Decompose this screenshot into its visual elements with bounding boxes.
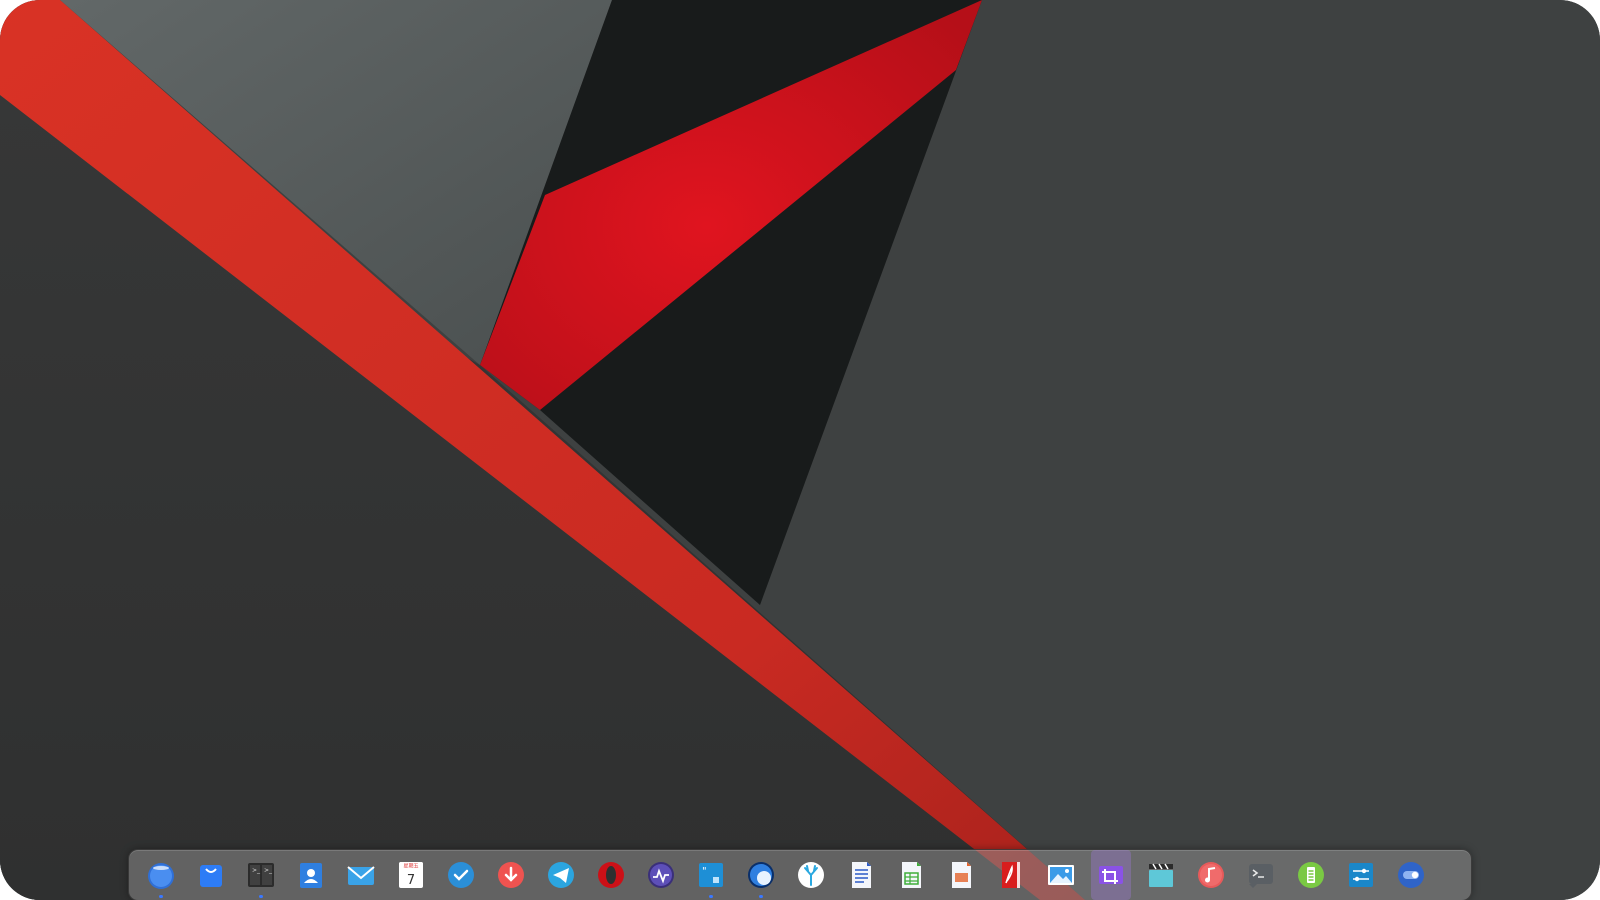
impress-presentation-icon	[952, 862, 971, 888]
launcher-icon	[148, 863, 174, 889]
calendar-day: 7	[407, 873, 415, 888]
dock-item-video-player[interactable]	[1141, 855, 1181, 895]
calc-spreadsheet-icon	[902, 862, 921, 888]
dock-item-downloader[interactable]	[491, 855, 531, 895]
dock-item-coral-app[interactable]	[791, 855, 831, 895]
opera-browser-icon	[598, 862, 624, 888]
running-indicator	[259, 895, 263, 898]
writer-document-icon	[852, 862, 871, 888]
downloader-icon	[498, 862, 524, 888]
dock-item-screenshot-crop[interactable]	[1091, 850, 1131, 900]
battery-power-icon	[1298, 862, 1324, 888]
dock-item-multitasking-view[interactable]: >_ >_	[241, 855, 281, 898]
screenshot-crop-icon	[1099, 866, 1123, 884]
running-indicator	[709, 895, 713, 898]
dock-item-app-store[interactable]	[191, 855, 231, 895]
calendar-icon: 星期五 7	[399, 862, 423, 888]
dock-item-pdf-reader[interactable]	[991, 855, 1031, 895]
terminal-icon	[1249, 864, 1273, 888]
running-indicator	[159, 895, 163, 898]
dock-item-task-check[interactable]	[441, 855, 481, 895]
music-player-icon	[1198, 862, 1224, 888]
contacts-icon	[300, 863, 322, 888]
svg-text:": "	[702, 866, 707, 877]
web-browser-icon	[748, 862, 774, 888]
dock-item-settings-sliders[interactable]	[1341, 855, 1381, 895]
dock-item-image-viewer[interactable]	[1041, 855, 1081, 895]
dock-item-writer-document[interactable]	[841, 855, 881, 895]
dock-item-launcher[interactable]	[141, 855, 181, 898]
text-editor-icon: "	[699, 863, 723, 887]
multitasking-view-icon: >_ >_	[248, 863, 274, 887]
desktop-wallpaper	[0, 0, 1600, 900]
dock-item-calc-spreadsheet[interactable]	[891, 855, 931, 895]
desktop[interactable]: >_ >_ 星期五 7 "	[0, 0, 1600, 900]
dock-item-web-browser[interactable]	[741, 855, 781, 898]
mail-icon	[347, 866, 375, 885]
coral-app-icon	[798, 862, 824, 888]
dock-item-toggle-control[interactable]	[1391, 855, 1431, 895]
image-viewer-icon	[1048, 865, 1074, 885]
dock-item-calendar[interactable]: 星期五 7	[391, 855, 431, 895]
dock-item-impress-presentation[interactable]	[941, 855, 981, 895]
settings-sliders-icon	[1349, 863, 1373, 887]
telegram-icon	[548, 862, 574, 888]
pdf-reader-icon	[1002, 862, 1020, 888]
dock-item-system-monitor[interactable]	[641, 855, 681, 895]
svg-text:>_: >_	[252, 867, 261, 874]
dock-item-battery-power[interactable]	[1291, 855, 1331, 895]
running-indicator	[759, 895, 763, 898]
dock-item-text-editor[interactable]: "	[691, 855, 731, 898]
dock-item-contacts[interactable]	[291, 855, 331, 895]
system-monitor-icon	[648, 862, 674, 888]
dock-item-opera-browser[interactable]	[591, 855, 631, 895]
svg-text:>_: >_	[264, 867, 273, 874]
app-store-icon	[200, 865, 222, 887]
calendar-weekday: 星期五	[403, 864, 418, 870]
dock-item-music-player[interactable]	[1191, 855, 1231, 895]
dock-item-telegram[interactable]	[541, 855, 581, 895]
dock: >_ >_ 星期五 7 "	[128, 849, 1472, 900]
dock-item-terminal[interactable]	[1241, 855, 1281, 895]
task-check-icon	[448, 862, 474, 888]
dock-item-mail[interactable]	[341, 855, 381, 895]
toggle-control-icon	[1398, 862, 1424, 888]
video-player-icon	[1149, 863, 1173, 887]
